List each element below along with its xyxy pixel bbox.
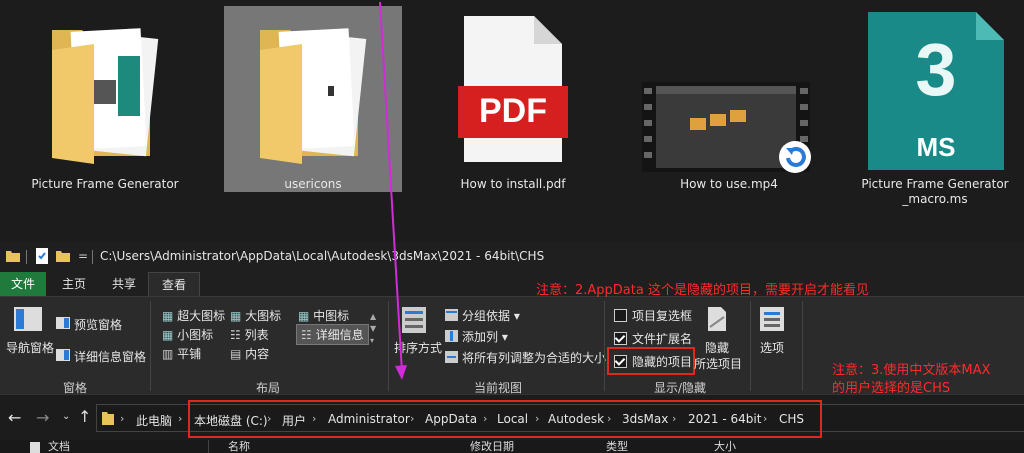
window-title-path: C:\Users\Administrator\AppData\Local\Aut… [100, 249, 545, 263]
file-item-folder-selected[interactable]: usericons [224, 6, 402, 192]
folder-icon [52, 28, 159, 164]
group-separator [750, 301, 751, 391]
preview-pane-button[interactable]: 预览窗格 [74, 316, 122, 333]
annotation-note-3-line1: 注意：3.使用中文版本MAX [832, 363, 991, 378]
navigation-pane-icon [14, 307, 42, 331]
file-name: usericons [284, 177, 342, 191]
divider [208, 440, 209, 453]
preview-pane-icon [56, 317, 70, 329]
layout-large-icons[interactable]: ▦ 大图标 [230, 307, 281, 324]
group-by-icon [445, 309, 458, 321]
fit-columns-icon [445, 351, 458, 363]
selected-items-label: 所选项目 [694, 357, 743, 371]
file-grid: Picture Frame Generator usericons PDF Ho… [0, 0, 1024, 242]
nav-item-documents[interactable]: 文档 [48, 441, 70, 453]
documents-icon [30, 442, 40, 453]
new-folder-icon[interactable] [56, 250, 70, 262]
layout-list[interactable]: ☷ 列表 [230, 326, 269, 343]
file-name: How to install.pdf [460, 177, 566, 191]
navigation-pane-button[interactable]: 导航窗格 [6, 339, 54, 356]
divider [26, 250, 27, 264]
layout-details-selected[interactable]: ☷ 详细信息 [296, 324, 369, 345]
layout-gallery: ▦ 超大图标 ▦ 大图标 ▦ 中图标 ▦ 小图标 ☷ 列表 ☷ 详细信息 ▥ 平… [156, 303, 378, 369]
back-arrow-icon[interactable]: ← [8, 408, 21, 427]
size-all-columns-button[interactable]: 将所有列调整为合适的大小 [462, 349, 606, 366]
column-header-modified[interactable]: 修改日期 [470, 441, 514, 453]
group-by-button[interactable]: 分组依据 ▾ [462, 307, 520, 324]
file-item-folder[interactable]: Picture Frame Generator [16, 6, 194, 192]
annotation-arrow-icon [379, 1, 407, 380]
up-arrow-icon[interactable]: ↑ [78, 407, 91, 426]
group-separator [604, 301, 605, 391]
qat-dropdown-icon[interactable]: = [78, 249, 88, 263]
folder-small-icon [6, 251, 20, 262]
column-header-name[interactable]: 名称 [228, 441, 250, 453]
file-name-line1: Picture Frame Generator [861, 177, 1009, 191]
highlight-box-hidden-items [607, 347, 695, 375]
details-pane-button[interactable]: 详细信息窗格 [74, 348, 146, 365]
file-item-video[interactable]: How to use.mp4 [640, 6, 818, 192]
tab-share[interactable]: 共享 [102, 272, 146, 296]
address-bar-row: ← → ⌄ ↑ › 此电脑 › 本地磁盘 (C:) › 用户 › Adminis… [0, 394, 1024, 441]
title-bar: = C:\Users\Administrator\AppData\Local\A… [0, 242, 1024, 272]
forward-arrow-icon[interactable]: → [36, 408, 49, 427]
file-item-pdf[interactable]: PDF How to install.pdf [424, 6, 602, 192]
file-list-header: 文档 名称 修改日期 类型 大小 [0, 440, 1024, 453]
file-name: Picture Frame Generator [31, 177, 179, 191]
layout-medium-icons[interactable]: ▦ 中图标 [298, 307, 349, 324]
tab-home[interactable]: 主页 [52, 272, 96, 296]
tab-view[interactable]: 查看 [148, 272, 200, 297]
column-header-size[interactable]: 大小 [714, 441, 736, 453]
layout-small-icons[interactable]: ▦ 小图标 [162, 326, 213, 343]
item-checkbox-toggle[interactable] [614, 309, 627, 322]
layout-extra-large-icons[interactable]: ▦ 超大图标 [162, 307, 225, 324]
file-item-maxscript[interactable]: 3 MS Picture Frame Generator _macro.ms [846, 6, 1024, 206]
max-badge-number: 3 [915, 28, 957, 111]
max-badge-text: MS [916, 132, 956, 162]
group-separator [802, 301, 803, 391]
ribbon-tabs: 文件 主页 共享 查看 [0, 272, 1024, 297]
pdf-badge: PDF [479, 92, 547, 130]
layout-tiles[interactable]: ▥ 平铺 [162, 345, 201, 362]
breadcrumb-chevron-icon[interactable]: › [120, 412, 124, 425]
refresh-badge-icon [779, 141, 811, 173]
highlight-box-address [188, 400, 822, 438]
annotation-note-2: 注意：2.AppData 这个是隐藏的项目，需要开启才能看见 [536, 283, 869, 298]
file-name-line2: _macro.ms [902, 192, 968, 206]
item-checkbox-label: 项目复选框 [632, 309, 693, 323]
options-icon [760, 307, 784, 331]
properties-icon[interactable] [36, 248, 48, 264]
layout-content[interactable]: ▤ 内容 [230, 345, 269, 362]
file-extensions-label: 文件扩展名 [632, 332, 693, 346]
folder-icon [260, 28, 367, 164]
breadcrumb-this-pc[interactable]: 此电脑 [136, 412, 172, 429]
divider [92, 250, 93, 264]
gallery-scroll-icon[interactable]: ▲ ▼ ▾ [370, 311, 376, 347]
group-separator [150, 301, 151, 391]
tab-file[interactable]: 文件 [0, 272, 46, 296]
column-header-type[interactable]: 类型 [606, 441, 628, 453]
file-extensions-checkbox[interactable] [614, 332, 627, 345]
add-columns-button[interactable]: 添加列 ▾ [462, 328, 508, 345]
add-column-icon [445, 330, 458, 342]
options-button[interactable]: 选项 [760, 339, 784, 356]
pdf-file-icon [458, 16, 568, 162]
ribbon-panel: 导航窗格 预览窗格 详细信息窗格 窗格 ▦ 超大图标 ▦ 大图标 ▦ 中图标 ▦… [0, 296, 1024, 396]
hide-selected-icon [708, 307, 726, 331]
breadcrumb-chevron-icon[interactable]: › [178, 412, 182, 425]
file-name: How to use.mp4 [680, 177, 778, 191]
details-pane-icon [56, 349, 70, 361]
folder-address-icon [102, 412, 114, 425]
hide-selected-button[interactable]: 隐藏 [705, 339, 729, 356]
recent-locations-chevron-icon[interactable]: ⌄ [62, 411, 70, 422]
